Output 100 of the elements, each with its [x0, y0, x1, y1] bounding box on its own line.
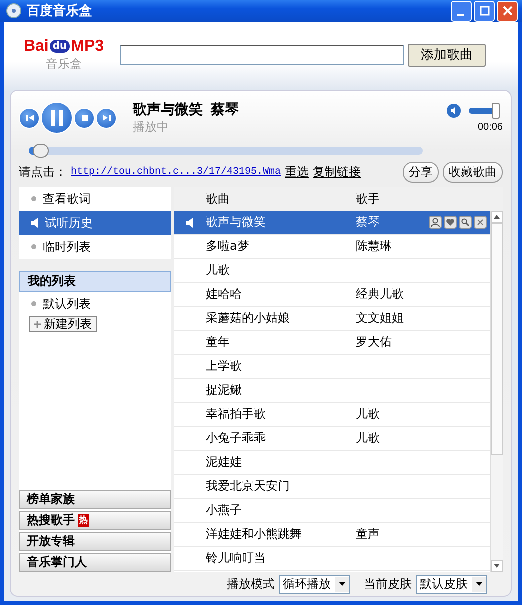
song-row[interactable]: 泥娃娃	[174, 451, 490, 475]
search-icon[interactable]	[459, 216, 472, 229]
minimize-icon	[456, 14, 464, 16]
song-cell-text: 上学歌	[206, 358, 243, 375]
logo-text: Bai	[24, 38, 49, 56]
next-icon	[102, 113, 112, 123]
logo-suffix: MP3	[71, 38, 104, 56]
category-tab[interactable]: 开放专辑	[19, 532, 171, 551]
song-row[interactable]: 多啦a梦 陈慧琳	[174, 235, 490, 259]
hot-badge: 热	[78, 514, 89, 527]
minimize-button[interactable]	[451, 0, 472, 22]
action-link[interactable]: 复制链接	[313, 164, 362, 180]
song-cell-text: 铃儿响叮当	[206, 550, 267, 567]
artist-cell: 童声	[356, 527, 380, 541]
artist-name: 蔡琴	[211, 100, 239, 118]
artist-cell: 文文姐姐	[356, 311, 404, 325]
song-cell-text: 童年	[206, 334, 231, 351]
pill-button[interactable]: 分享	[403, 162, 439, 182]
artist-cell: 儿歌	[356, 431, 380, 445]
caret-icon	[338, 582, 346, 586]
pill-button[interactable]: 收藏歌曲	[443, 162, 503, 182]
caret-icon	[476, 582, 482, 586]
action-link[interactable]: 重选	[285, 164, 310, 180]
scrollbar-thumb[interactable]	[491, 223, 503, 455]
section-header[interactable]: 我的列表	[19, 271, 171, 292]
volume-thumb[interactable]	[492, 103, 500, 119]
speaker-icon[interactable]	[447, 104, 461, 118]
column-header[interactable]: 歌手	[356, 190, 426, 208]
bullet-icon	[31, 196, 37, 202]
song-cell-text: 采蘑菇的小姑娘	[206, 310, 291, 327]
speaker-icon	[31, 218, 39, 228]
up-arrow-icon	[494, 215, 500, 219]
artist-cell: 罗大佑	[356, 335, 392, 349]
song-row[interactable]: 小兔子乖乖 儿歌	[174, 427, 490, 451]
song-cell-text: 捉泥鳅	[206, 382, 243, 399]
song-row[interactable]: 幸福拍手歌 儿歌	[174, 403, 490, 427]
song-cell-text: 小兔子乖乖	[206, 430, 267, 447]
song-url-link[interactable]: http://tou.chbnt.c...3/17/43195.Wma	[71, 166, 282, 178]
scroll-down-button[interactable]	[491, 560, 503, 572]
close-icon	[502, 6, 512, 16]
song-cell-text: 多啦a梦	[206, 238, 250, 255]
skin-dropdown[interactable]: 默认皮肤	[416, 574, 487, 594]
sidebar-item[interactable]: 试听历史	[19, 211, 171, 235]
close-icon[interactable]	[474, 216, 487, 229]
category-tab[interactable]: 榜单家族	[19, 490, 171, 509]
song-row[interactable]: 童年 罗大佑	[174, 331, 490, 355]
add-song-button[interactable]: 添加歌曲	[408, 44, 486, 66]
song-row[interactable]: 铃儿响叮当	[174, 547, 490, 571]
pause-icon	[49, 109, 65, 127]
song-row[interactable]: 捉泥鳅	[174, 379, 490, 403]
previous-button[interactable]	[19, 108, 40, 128]
sidebar-item[interactable]: 查看歌词	[19, 187, 171, 211]
window-title: 百度音乐盒	[27, 2, 92, 20]
paw-logo: du	[50, 40, 70, 53]
down-arrow-icon	[494, 564, 500, 568]
song-title: 歌声与微笑	[133, 100, 203, 118]
stop-button[interactable]	[74, 108, 95, 128]
category-tab[interactable]: 热搜歌手 热	[19, 511, 171, 530]
play-time: 00:06	[478, 122, 503, 133]
heart-icon[interactable]	[444, 216, 457, 229]
plus-icon	[34, 320, 41, 328]
close-button[interactable]	[497, 0, 518, 22]
song-row[interactable]: 采蘑菇的小姑娘 文文姐姐	[174, 307, 490, 331]
song-row[interactable]: 洋娃娃和小熊跳舞 童声	[174, 523, 490, 547]
skin-label: 当前皮肤	[364, 576, 412, 592]
person-icon[interactable]	[429, 216, 442, 229]
play-status: 播放中	[133, 118, 170, 136]
sidebar-item[interactable]: 默认列表	[19, 292, 171, 316]
song-cell-text: 泥娃娃	[206, 454, 243, 471]
song-row[interactable]: 歌声与微笑 蔡琴	[174, 211, 490, 235]
play-mode-label: 播放模式	[227, 576, 275, 592]
song-cell-text: 幸福拍手歌	[206, 406, 267, 423]
song-row[interactable]: 儿歌	[174, 259, 490, 283]
logo-subtitle: 音乐盒	[46, 56, 82, 72]
column-header[interactable]: 歌曲	[206, 190, 356, 208]
bullet-icon	[31, 244, 37, 250]
song-row[interactable]: 小燕子	[174, 499, 490, 523]
scroll-up-button[interactable]	[491, 211, 503, 223]
category-tab[interactable]: 音乐掌门人	[19, 553, 171, 572]
song-row[interactable]: 上学歌	[174, 355, 490, 379]
song-cell-text: 歌声与微笑	[206, 214, 267, 231]
next-button[interactable]	[96, 108, 117, 128]
previous-icon	[24, 113, 34, 123]
stop-icon	[80, 114, 88, 122]
song-cell-text: 小燕子	[206, 502, 243, 519]
artist-cell: 经典儿歌	[356, 287, 404, 301]
song-cell-text: 洋娃娃和小熊跳舞	[206, 526, 303, 543]
search-field[interactable]	[120, 45, 404, 65]
progress-thumb[interactable]	[32, 144, 49, 158]
song-cell-text: 娃哈哈	[206, 286, 243, 303]
song-cell-text: 我爱北京天安门	[206, 478, 291, 495]
play-pause-button[interactable]	[41, 102, 73, 134]
song-row[interactable]: 娃哈哈 经典儿歌	[174, 283, 490, 307]
sidebar-item[interactable]: 临时列表	[19, 235, 171, 259]
maximize-button[interactable]	[474, 0, 495, 22]
play-mode-dropdown[interactable]: 循环播放	[279, 574, 350, 594]
song-row[interactable]: 我爱北京天安门	[174, 475, 490, 499]
new-list-button[interactable]: 新建列表	[29, 316, 97, 332]
artist-cell: 陈慧琳	[356, 239, 392, 253]
artist-cell: 蔡琴	[356, 215, 380, 229]
